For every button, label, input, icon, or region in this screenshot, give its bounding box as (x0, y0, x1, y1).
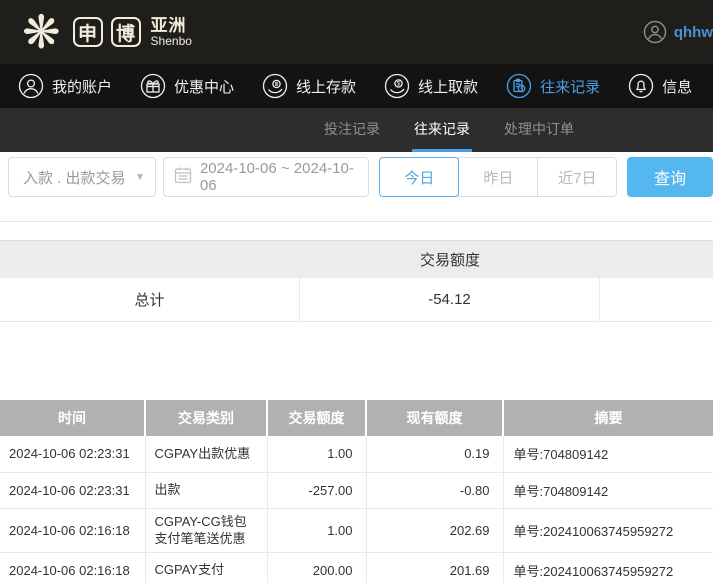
logo-char-bo: 博 (111, 17, 141, 47)
nav-item-label: 线上存款 (296, 76, 356, 97)
main-navigation: 我的账户 优惠中心 线上存款 (0, 64, 713, 108)
cell-time: 2024-10-06 02:23:31 (0, 472, 145, 508)
withdraw-icon: $ (384, 73, 410, 99)
nav-item-label: 线上取款 (418, 76, 478, 97)
summary-header-label: 交易额度 (420, 249, 480, 270)
summary-total-value: -54.12 (300, 278, 600, 321)
tab-transaction-records[interactable]: 往来记录 (412, 108, 472, 152)
nav-item-label: 优惠中心 (174, 76, 234, 97)
cell-amount: 1.00 (267, 436, 366, 472)
calendar-icon (174, 166, 192, 188)
column-header-summary: 摘要 (503, 400, 713, 436)
user-account-area[interactable]: qhhw (643, 20, 713, 44)
nav-item-transaction-records[interactable]: 往来记录 (506, 73, 600, 99)
brand-logo[interactable]: ❋ 申 博 亚洲 Shenbo (22, 9, 192, 55)
cell-summary: 单号:202410063745959272 (503, 552, 713, 583)
user-icon (18, 73, 44, 99)
records-subnav: 投注记录 往来记录 处理中订单 (0, 108, 713, 152)
bell-icon (628, 73, 654, 99)
records-icon (506, 73, 532, 99)
table-row: 2024-10-06 02:16:18CGPAY-CG钱包支付笔笔送优惠1.00… (0, 508, 713, 552)
last7days-button[interactable]: 近7日 (537, 157, 617, 197)
brand-subtitle: Shenbo (151, 35, 192, 48)
avatar-icon (643, 20, 667, 44)
nav-item-label: 往来记录 (540, 76, 600, 97)
cell-summary: 单号:704809142 (503, 472, 713, 508)
tab-label: 往来记录 (414, 119, 470, 139)
brand-region: 亚洲 (151, 17, 192, 35)
summary-total-label: 总计 (0, 278, 300, 321)
chevron-down-icon: ▼ (135, 172, 145, 183)
transaction-records-page: ❋ 申 博 亚洲 Shenbo qhhw (0, 0, 713, 583)
cell-balance: -0.80 (366, 472, 503, 508)
transactions-body: 2024-10-06 02:23:31CGPAY出款优惠1.000.19单号:7… (0, 436, 713, 583)
transactions-table: 时间 交易类别 交易额度 现有额度 摘要 2024-10-06 02:23:31… (0, 400, 713, 583)
date-range-value: 2024-10-06 ~ 2024-10-06 (200, 160, 358, 194)
tab-label: 处理中订单 (504, 119, 574, 139)
transaction-type-dropdown[interactable]: 入款 . 出款交易 ▼ (8, 157, 156, 197)
svg-text:$: $ (397, 81, 401, 88)
search-button[interactable]: 查询 (627, 157, 713, 197)
filter-bar: 入款 . 出款交易 ▼ 2024-10-06 ~ 2024-10-06 今日 昨… (0, 152, 713, 222)
summary-table: 交易额度 总计 -54.12 (0, 240, 713, 322)
dropdown-value: 入款 . 出款交易 (23, 167, 126, 188)
top-brand-bar: ❋ 申 博 亚洲 Shenbo qhhw (0, 0, 713, 64)
cell-type: CGPAY出款优惠 (145, 436, 267, 472)
summary-header: 交易额度 (0, 240, 713, 278)
nav-item-my-account[interactable]: 我的账户 (18, 73, 112, 99)
nav-item-online-withdraw[interactable]: $ 线上取款 (384, 73, 478, 99)
column-header-amount: 交易额度 (267, 400, 366, 436)
nav-item-messages[interactable]: 信息 (628, 73, 692, 99)
brand-region-block: 亚洲 Shenbo (151, 17, 192, 47)
today-button[interactable]: 今日 (379, 157, 459, 197)
cell-amount: 1.00 (267, 508, 366, 552)
username[interactable]: qhhw (674, 24, 713, 41)
cell-time: 2024-10-06 02:16:18 (0, 552, 145, 583)
cell-type: CGPAY-CG钱包支付笔笔送优惠 (145, 508, 267, 552)
yesterday-button[interactable]: 昨日 (458, 157, 538, 197)
nav-item-label: 我的账户 (52, 76, 112, 97)
logo-char-shen: 申 (73, 17, 103, 47)
flower-logo-icon: ❋ (22, 9, 61, 55)
column-header-balance: 现有额度 (366, 400, 503, 436)
quick-date-button-group: 今日 昨日 近7日 (379, 157, 617, 197)
cell-type: CGPAY支付 (145, 552, 267, 583)
tab-label: 投注记录 (324, 119, 380, 139)
cell-balance: 0.19 (366, 436, 503, 472)
table-row: 2024-10-06 02:16:18CGPAY支付200.00201.69单号… (0, 552, 713, 583)
nav-item-label: 信息 (662, 76, 692, 97)
summary-empty-cell (600, 278, 713, 321)
nav-item-promotions[interactable]: 优惠中心 (140, 73, 234, 99)
deposit-icon (262, 73, 288, 99)
table-row: 2024-10-06 02:23:31CGPAY出款优惠1.000.19单号:7… (0, 436, 713, 472)
date-range-input[interactable]: 2024-10-06 ~ 2024-10-06 (163, 157, 369, 197)
cell-time: 2024-10-06 02:23:31 (0, 436, 145, 472)
cell-summary: 单号:202410063745959272 (503, 508, 713, 552)
cell-balance: 201.69 (366, 552, 503, 583)
nav-item-online-deposit[interactable]: 线上存款 (262, 73, 356, 99)
column-header-time: 时间 (0, 400, 145, 436)
summary-total-row: 总计 -54.12 (0, 278, 713, 322)
cell-amount: -257.00 (267, 472, 366, 508)
table-row: 2024-10-06 02:23:31出款-257.00-0.80单号:7048… (0, 472, 713, 508)
cell-summary: 单号:704809142 (503, 436, 713, 472)
tab-betting-records[interactable]: 投注记录 (322, 108, 382, 152)
cell-balance: 202.69 (366, 508, 503, 552)
cell-time: 2024-10-06 02:16:18 (0, 508, 145, 552)
table-header-row: 时间 交易类别 交易额度 现有额度 摘要 (0, 400, 713, 436)
tab-pending-orders[interactable]: 处理中订单 (502, 108, 576, 152)
cell-amount: 200.00 (267, 552, 366, 583)
column-header-type: 交易类别 (145, 400, 267, 436)
cell-type: 出款 (145, 472, 267, 508)
gift-icon (140, 73, 166, 99)
